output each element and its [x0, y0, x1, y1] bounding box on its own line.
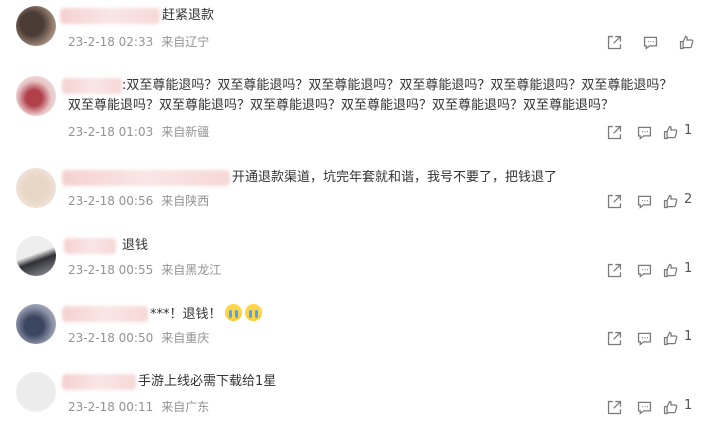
comment-item: 退钱 23-2-18 00:55 来自黑龙江 1 [0, 228, 712, 288]
comment-time: 23-2-18 02:33 [68, 35, 154, 49]
share-icon [607, 263, 621, 277]
like-button[interactable] [660, 397, 680, 417]
share-icon [607, 194, 621, 208]
share-button[interactable] [604, 328, 624, 348]
share-button[interactable] [604, 32, 624, 52]
reply-button[interactable] [634, 328, 654, 348]
share-icon [607, 400, 621, 414]
comment-item: 开通退款渠道，坑完年套就和谐，我号不要了，把钱退了 23-2-18 00:56 来… [0, 160, 712, 220]
thumbs-up-icon [663, 125, 677, 139]
comment-text: 手游上线必需下载给1星 [138, 374, 277, 389]
comment-meta: 23-2-18 00:56 来自陕西 [68, 192, 209, 209]
username-redacted [62, 374, 136, 390]
comment-text-content: ***！退钱！ [150, 307, 222, 322]
like-count: 1 [684, 123, 693, 138]
avatar[interactable] [16, 168, 56, 208]
comment-time: 23-2-18 00:50 [68, 331, 154, 345]
comment-text: 赶紧退款 [162, 8, 215, 23]
comment-actions: 1 [604, 328, 696, 348]
like-button[interactable] [676, 32, 696, 52]
like-button[interactable] [660, 328, 680, 348]
comment-text: :双至尊能退吗？双至尊能退吗？双至尊能退吗？双至尊能退吗？双至尊能退吗？双至尊能… [68, 78, 673, 113]
comment-location: 来自重庆 [161, 331, 210, 345]
like-count: 2 [684, 192, 693, 207]
thumbs-up-icon [663, 400, 677, 414]
comment-meta: 23-2-18 00:11 来自广东 [68, 398, 209, 415]
comment-location: 来自广东 [161, 400, 210, 414]
comment-item: 赶紧退款 23-2-18 02:33 来自辽宁 [0, 0, 712, 60]
like-button[interactable] [660, 191, 680, 211]
like-button[interactable] [660, 122, 680, 142]
comment-actions: 2 [604, 191, 696, 211]
comment-time: 23-2-18 01:03 [68, 125, 154, 139]
share-icon [607, 35, 621, 49]
comment-time: 23-2-18 00:56 [68, 194, 154, 208]
thumbs-up-icon [679, 35, 693, 49]
like-count: 1 [684, 398, 693, 413]
comment-icon [637, 401, 651, 415]
comment-time: 23-2-18 00:55 [68, 263, 154, 277]
avatar[interactable] [16, 6, 56, 46]
reply-button[interactable] [634, 397, 654, 417]
comment-location: 来自新疆 [161, 125, 210, 139]
comment-location: 来自辽宁 [161, 35, 210, 49]
reply-button[interactable] [640, 32, 660, 52]
comment-meta: 23-2-18 02:33 来自辽宁 [68, 33, 209, 50]
crying-emoji-icon [244, 304, 262, 321]
like-count: 1 [684, 261, 693, 276]
username-redacted [60, 8, 160, 24]
thumbs-up-icon [663, 331, 677, 345]
share-button[interactable] [604, 260, 624, 280]
reply-button[interactable] [634, 122, 654, 142]
thumbs-up-icon [663, 263, 677, 277]
avatar[interactable] [16, 372, 56, 412]
comment-actions: 1 [604, 122, 696, 142]
comment-icon [637, 332, 651, 346]
comment-text: 开通退款渠道，坑完年套就和谐，我号不要了，把钱退了 [232, 170, 558, 185]
avatar[interactable] [16, 304, 56, 344]
username-redacted [62, 306, 148, 322]
comment-icon [637, 195, 651, 209]
like-button[interactable] [660, 260, 680, 280]
comment-icon [637, 264, 651, 278]
like-count: 1 [684, 329, 693, 344]
comment-meta: 23-2-18 01:03 来自新疆 [68, 123, 209, 140]
crying-emoji-icon [224, 304, 242, 321]
comment-item: ***！退钱！ 23-2-18 00:50 来自重庆 1 [0, 296, 712, 356]
share-button[interactable] [604, 397, 624, 417]
comment-location: 来自黑龙江 [161, 263, 222, 277]
comment-location: 来自陕西 [161, 194, 210, 208]
comment-actions: 1 [604, 260, 696, 280]
comment-actions: 1 [604, 397, 696, 417]
comment-icon [637, 126, 651, 140]
share-button[interactable] [604, 191, 624, 211]
thumbs-up-icon [663, 194, 677, 208]
share-icon [607, 331, 621, 345]
share-icon [607, 125, 621, 139]
comment-meta: 23-2-18 00:50 来自重庆 [68, 329, 209, 346]
comment-icon [643, 36, 657, 50]
comment-actions [604, 32, 696, 52]
username-redacted [64, 238, 116, 254]
comment-text: ***！退钱！ [150, 304, 450, 325]
username-redacted [62, 170, 230, 186]
avatar[interactable] [16, 76, 56, 116]
comment-text: 退钱 [122, 238, 149, 253]
reply-button[interactable] [634, 191, 654, 211]
avatar[interactable] [16, 236, 56, 276]
comment-item: 手游上线必需下载给1星 23-2-18 00:11 来自广东 1 [0, 364, 712, 428]
comment-meta: 23-2-18 00:55 来自黑龙江 [68, 261, 221, 278]
share-button[interactable] [604, 122, 624, 142]
comment-item: :双至尊能退吗？双至尊能退吗？双至尊能退吗？双至尊能退吗？双至尊能退吗？双至尊能… [0, 68, 712, 148]
comment-time: 23-2-18 00:11 [68, 400, 154, 414]
reply-button[interactable] [634, 260, 654, 280]
